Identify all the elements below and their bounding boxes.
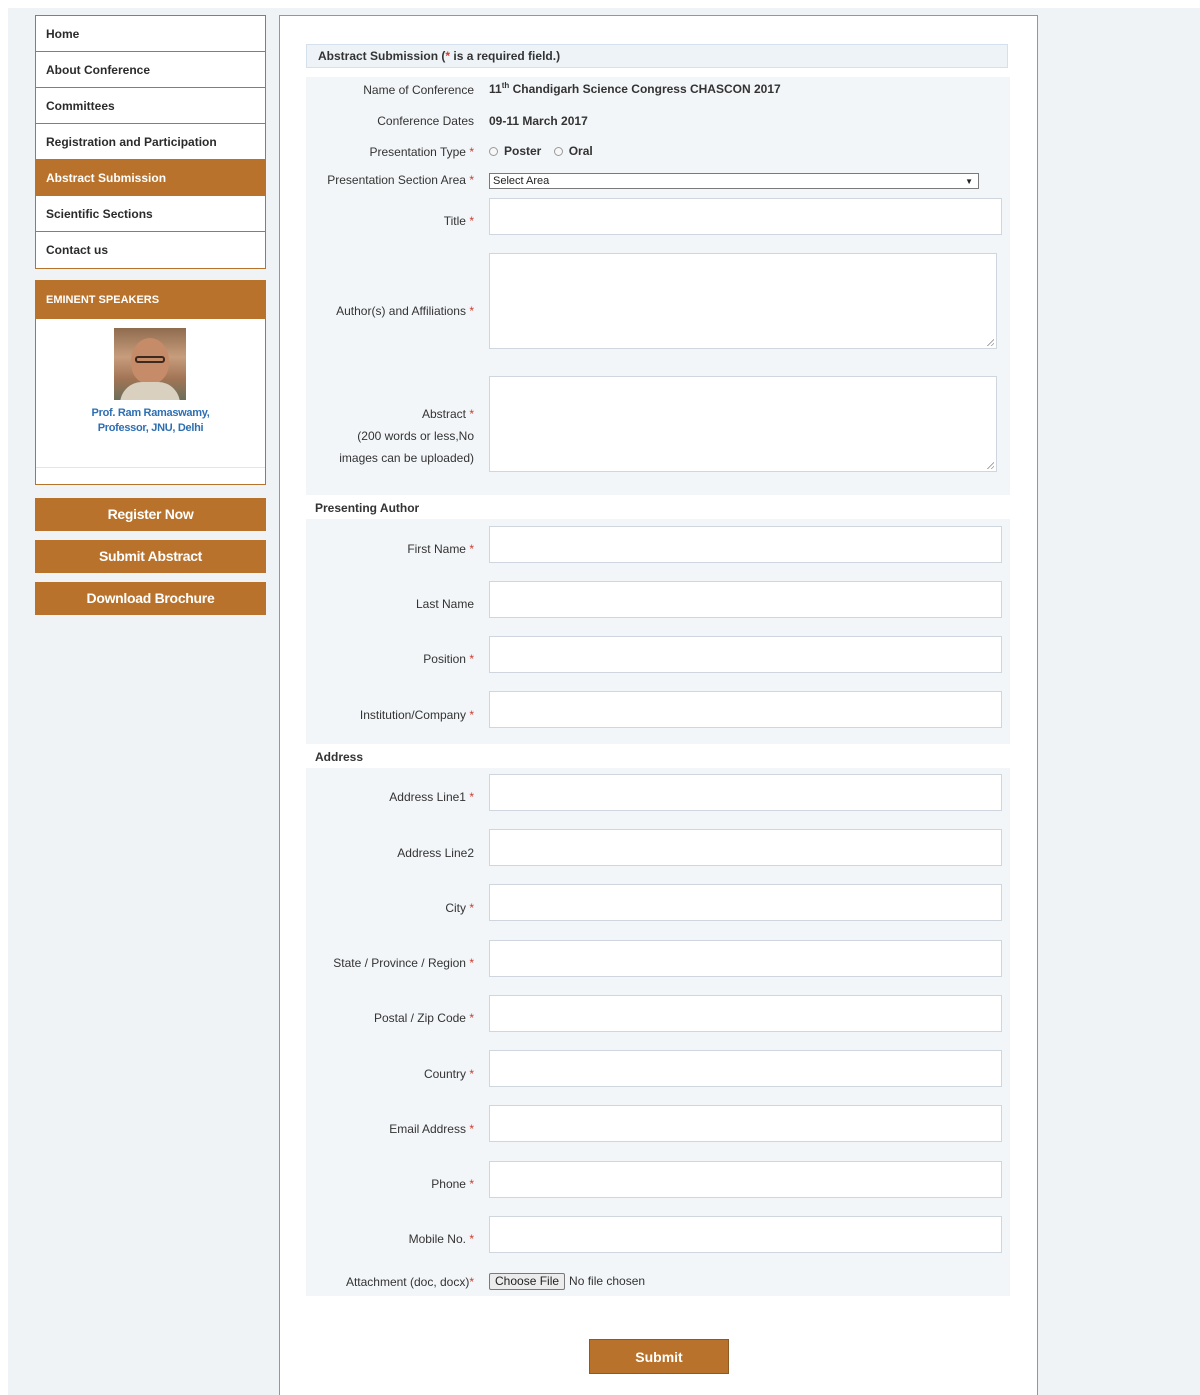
abstract-label: Abstract * (200 words or less,No images … <box>280 403 474 469</box>
sidebar-item-abstract-submission[interactable]: Abstract Submission <box>36 160 265 196</box>
oral-radio[interactable] <box>553 147 563 156</box>
mobile-label: Mobile No. * <box>408 1232 474 1246</box>
abstract-note: (200 words or less,No <box>357 429 474 443</box>
address-line1-label: Address Line1 * <box>389 790 474 804</box>
attachment-file-input: Choose File No file chosen <box>489 1273 645 1290</box>
eminent-speakers-box: EMINENT SPEAKERS Prof. Ram Ramaswamy, Pr… <box>35 280 266 485</box>
conference-dates-label: Conference Dates <box>377 114 474 128</box>
authors-textarea[interactable] <box>489 253 997 349</box>
section-area-select[interactable]: Select Area ▼ <box>489 173 979 189</box>
postal-code-input[interactable] <box>489 995 1002 1032</box>
presentation-type-label: Presentation Type * <box>369 145 474 159</box>
city-label: City * <box>445 901 474 915</box>
sidebar-item-about-conference[interactable]: About Conference <box>36 52 265 88</box>
sidebar-item-committees[interactable]: Committees <box>36 88 265 124</box>
last-name-label: Last Name <box>415 597 474 611</box>
address-line1-input[interactable] <box>489 774 1002 811</box>
form-header-note: is a required field.) <box>450 49 561 63</box>
eminent-speakers-title: EMINENT SPEAKERS <box>36 281 265 319</box>
address-line2-label: Address Line2 <box>397 846 474 860</box>
phone-input[interactable] <box>489 1161 1002 1198</box>
country-input[interactable] <box>489 1050 1002 1087</box>
divider <box>36 467 265 468</box>
submit-button[interactable]: Submit <box>589 1339 729 1374</box>
resize-handle-icon[interactable] <box>986 338 994 346</box>
first-name-input[interactable] <box>489 526 1002 563</box>
speaker-name: Prof. Ram Ramaswamy, <box>91 407 210 419</box>
phone-label: Phone * <box>431 1177 474 1191</box>
presenting-author-heading: Presenting Author <box>315 501 420 515</box>
speaker-affiliation: Professor, JNU, Delhi <box>97 422 204 434</box>
poster-radio[interactable] <box>489 147 498 156</box>
state-label: State / Province / Region * <box>333 956 474 970</box>
oral-radio-label[interactable]: Oral <box>569 144 593 158</box>
title-input[interactable] <box>489 198 1002 235</box>
resize-handle-icon[interactable] <box>986 461 994 469</box>
cta-buttons: Register Now Submit Abstract Download Br… <box>35 498 266 615</box>
section-area-label: Presentation Section Area * <box>327 173 474 187</box>
conference-dates-value: 09-11 March 2017 <box>489 114 588 128</box>
sidebar-item-scientific-sections[interactable]: Scientific Sections <box>36 196 265 232</box>
sidebar-item-contact-us[interactable]: Contact us <box>36 232 265 268</box>
postal-code-label: Postal / Zip Code * <box>373 1011 474 1025</box>
form-header-title: Abstract Submission ( <box>318 49 446 63</box>
sidebar-item-registration[interactable]: Registration and Participation <box>36 124 265 160</box>
register-now-button[interactable]: Register Now <box>35 498 266 531</box>
poster-radio-label[interactable]: Poster <box>504 144 541 158</box>
mobile-input[interactable] <box>489 1216 1002 1253</box>
address-line2-input[interactable] <box>489 829 1002 866</box>
main-panel: Abstract Submission (* is a required fie… <box>279 15 1038 1395</box>
position-label: Position * <box>423 652 474 666</box>
country-label: Country * <box>423 1067 474 1081</box>
choose-file-button[interactable]: Choose File <box>489 1273 566 1290</box>
file-status-text: No file chosen <box>569 1274 646 1288</box>
form-header: Abstract Submission (* is a required fie… <box>306 44 1008 68</box>
state-input[interactable] <box>489 940 1002 977</box>
first-name-label: First Name * <box>407 542 474 556</box>
sidebar: Home About Conference Committees Registr… <box>35 15 266 624</box>
sidebar-menu: Home About Conference Committees Registr… <box>35 15 266 269</box>
email-label: Email Address * <box>389 1122 474 1136</box>
submit-abstract-button[interactable]: Submit Abstract <box>35 540 266 573</box>
attachment-label: Attachment (doc, docx)* <box>345 1275 474 1289</box>
chevron-down-icon: ▼ <box>965 177 973 186</box>
institution-input[interactable] <box>489 691 1002 728</box>
position-input[interactable] <box>489 636 1002 673</box>
institution-label: Institution/Company * <box>359 708 474 722</box>
title-label: Title * <box>443 214 474 228</box>
abstract-note-2: images can be uploaded) <box>339 451 474 465</box>
speaker-name-link[interactable]: Prof. Ram Ramaswamy, Professor, JNU, Del… <box>36 406 265 436</box>
email-input[interactable] <box>489 1105 1002 1142</box>
authors-label: Author(s) and Affiliations * <box>336 304 474 318</box>
presentation-type-group: Poster Oral <box>489 144 602 158</box>
last-name-input[interactable] <box>489 581 1002 618</box>
city-input[interactable] <box>489 884 1002 921</box>
conference-name-label: Name of Conference <box>363 83 474 97</box>
abstract-textarea[interactable] <box>489 376 997 472</box>
sidebar-item-home[interactable]: Home <box>36 16 265 52</box>
speaker-photo <box>114 328 186 400</box>
conference-name-value: 11th Chandigarh Science Congress CHASCON… <box>489 81 781 96</box>
address-heading: Address <box>315 750 364 764</box>
download-brochure-button[interactable]: Download Brochure <box>35 582 266 615</box>
